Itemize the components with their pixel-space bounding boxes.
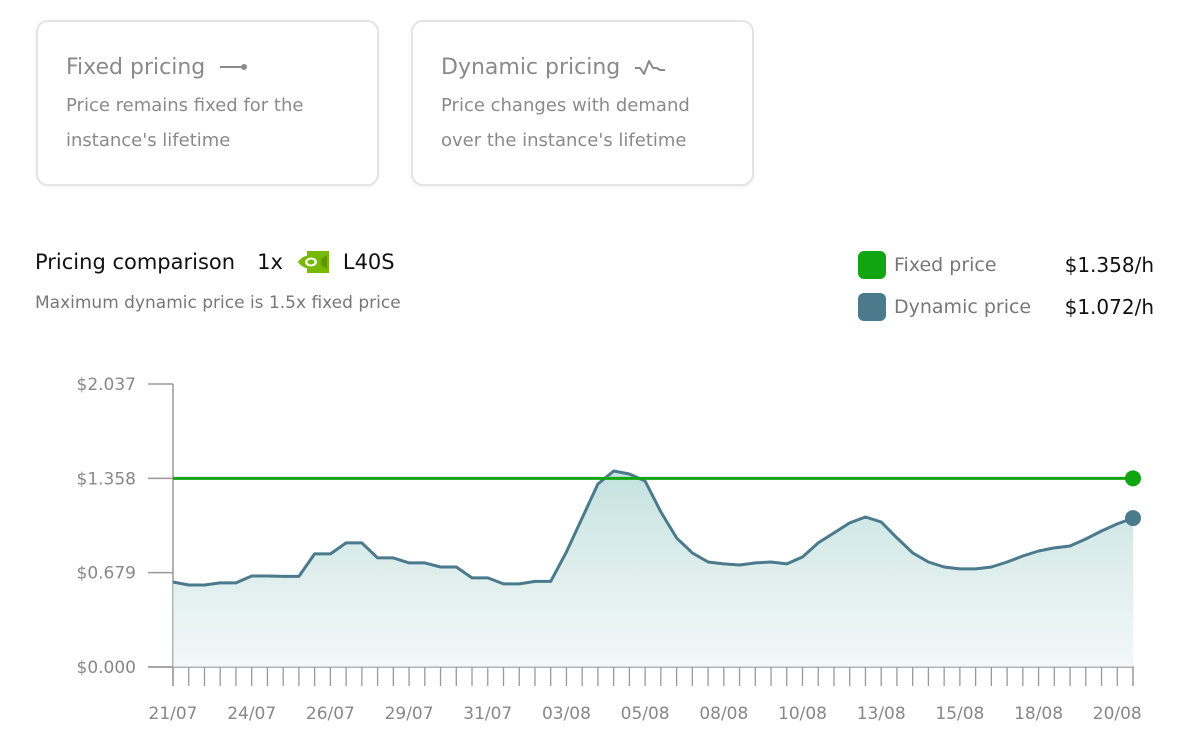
dynamic-price-end-dot — [1125, 510, 1141, 527]
chart-legend: Fixed price $1.358/h Dynamic price $1.07… — [858, 250, 1154, 334]
fixed-price-end-dot — [1125, 470, 1141, 487]
x-tick-label: 03/08 — [542, 704, 591, 724]
dynamic-pricing-description: Price changes with demand over the insta… — [441, 88, 724, 158]
x-tick-label: 29/07 — [385, 704, 434, 724]
legend-item-fixed: Fixed price $1.358/h — [858, 250, 1154, 280]
y-tick-label: $0.000 — [77, 658, 136, 678]
legend-label-fixed: Fixed price — [894, 254, 997, 276]
dynamic-pricing-card[interactable]: Dynamic pricing Price changes with deman… — [411, 20, 754, 186]
x-tick-label: 26/07 — [306, 704, 355, 724]
x-tick-label: 24/07 — [227, 704, 276, 724]
fixed-price-swatch — [858, 251, 886, 279]
dynamic-price-area — [173, 471, 1133, 667]
x-tick-label: 15/08 — [935, 704, 984, 724]
dynamic-pricing-title: Dynamic pricing — [441, 52, 724, 82]
gpu-model: L40S — [342, 250, 395, 274]
x-tick-label: 20/08 — [1093, 704, 1142, 724]
dynamic-pricing-desc-line1: Price changes with demand — [441, 95, 690, 116]
fixed-pricing-desc-line2: instance's lifetime — [66, 130, 231, 151]
x-tick-label: 10/08 — [778, 704, 827, 724]
y-tick-label: $1.358 — [77, 469, 136, 489]
y-tick-label: $2.037 — [77, 375, 136, 395]
gpu-count: 1x — [257, 250, 283, 274]
fixed-pricing-desc-line1: Price remains fixed for the — [66, 95, 304, 116]
fixed-pricing-title: Fixed pricing — [66, 52, 349, 82]
dynamic-pricing-title-text: Dynamic pricing — [441, 54, 621, 80]
x-tick-label: 21/07 — [149, 704, 198, 724]
legend-value-fixed: $1.358/h — [1064, 253, 1154, 277]
chart-subtitle: Maximum dynamic price is 1.5x fixed pric… — [35, 293, 401, 313]
y-tick-label: $0.679 — [77, 564, 136, 584]
chart-header: Pricing comparison 1x L40S — [35, 250, 395, 274]
legend-value-dynamic: $1.072/h — [1064, 295, 1154, 319]
fixed-pricing-title-text: Fixed pricing — [66, 54, 206, 80]
x-tick-label: 08/08 — [699, 704, 748, 724]
x-tick-label: 05/08 — [621, 704, 670, 724]
fixed-pricing-card[interactable]: Fixed pricing Price remains fixed for th… — [36, 20, 379, 186]
nvidia-logo-icon — [297, 251, 329, 273]
legend-label-dynamic: Dynamic price — [894, 296, 1032, 318]
line-dot-icon — [220, 64, 248, 70]
fixed-pricing-description: Price remains fixed for the instance's l… — [66, 88, 349, 158]
dynamic-price-swatch — [858, 293, 886, 321]
pricing-chart: $0.000 $0.679 $1.358 $2.037 21/07 24/07 26/07 2… — [77, 375, 1142, 724]
chart-marks — [172, 469, 1141, 667]
pulse-icon — [635, 60, 666, 75]
legend-item-dynamic: Dynamic price $1.072/h — [858, 292, 1154, 322]
x-tick-label: 13/08 — [857, 704, 906, 724]
x-tick-label: 18/08 — [1014, 704, 1063, 724]
chart-title: Pricing comparison — [35, 250, 236, 274]
dynamic-pricing-desc-line2: over the instance's lifetime — [441, 130, 687, 151]
x-tick-label: 31/07 — [463, 704, 512, 724]
